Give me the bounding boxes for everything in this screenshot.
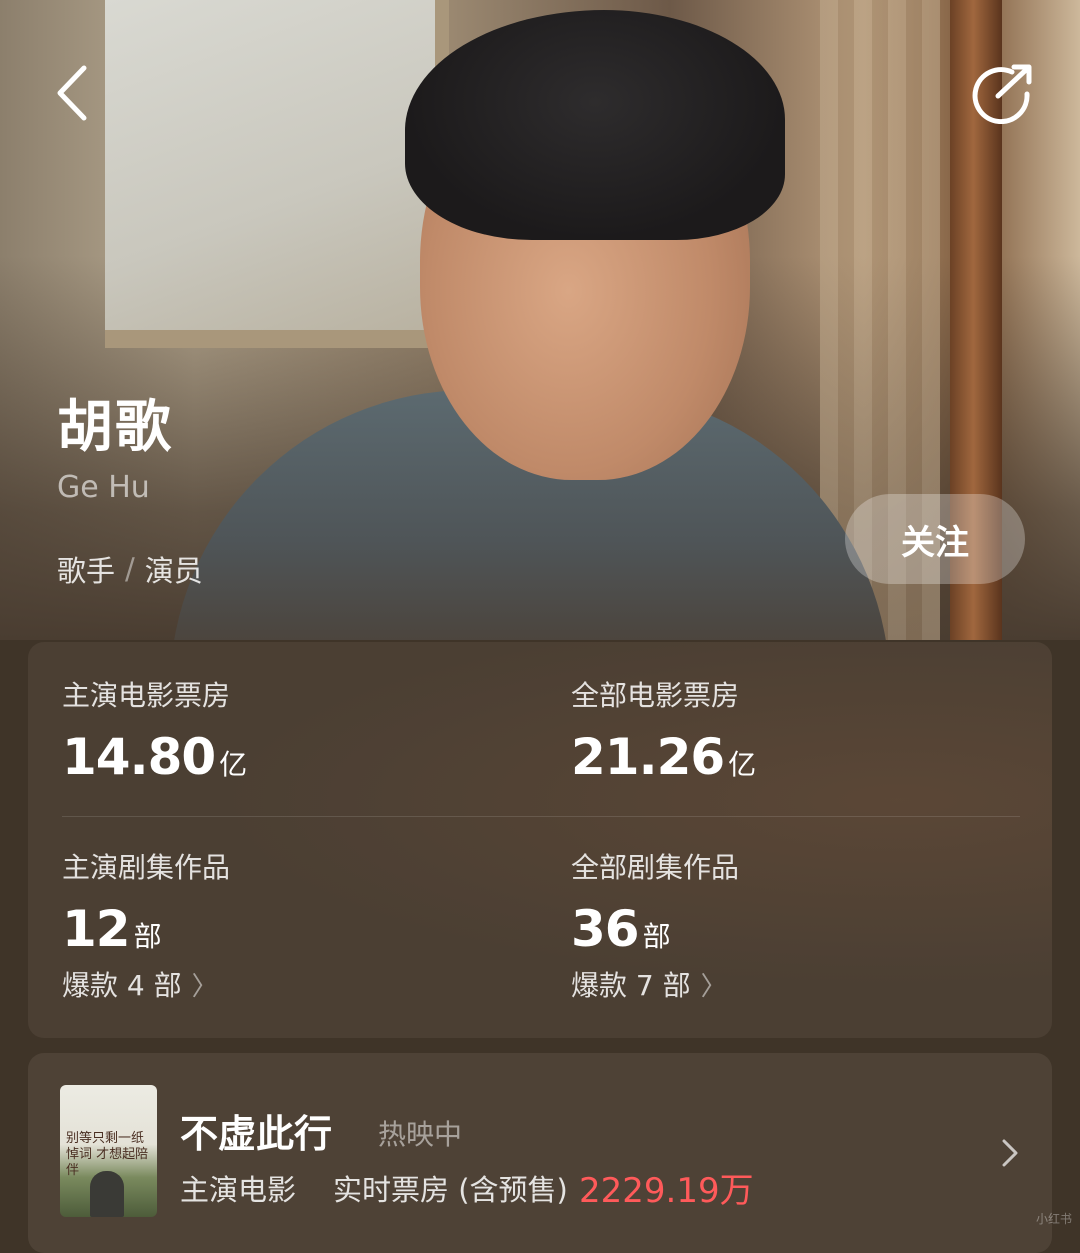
movie-status: 热映中 (378, 1118, 463, 1151)
stats-divider (62, 816, 1020, 817)
stats-card: 主演电影票房 14.80 亿 全部电影票房 21.26 亿 主演剧集作品 12 … (28, 642, 1052, 1038)
chevron-right-icon (1000, 1137, 1020, 1177)
stat-label: 主演剧集作品 (62, 851, 231, 884)
artist-name: 胡歌 (57, 395, 173, 460)
hits-label: 爆款 7 部 (571, 969, 691, 1002)
box-office-value: 2229.19万 (579, 1171, 754, 1211)
follow-button[interactable]: 关注 (845, 494, 1025, 584)
watermark: 小红书 (1036, 1212, 1073, 1226)
chevron-right-icon: 〉 (700, 971, 727, 1002)
stat-label: 全部电影票房 (571, 679, 740, 712)
role-actor: 演员 (144, 554, 203, 588)
stat-unit: 部 (642, 920, 671, 953)
box-office-label: 实时票房 (含预售) (333, 1173, 568, 1207)
all-series-hits-link[interactable]: 爆款 7 部 〉 (571, 964, 1031, 1004)
poster-figure (90, 1171, 124, 1217)
stat-all-series: 全部剧集作品 36 部 爆款 7 部 〉 (571, 846, 1031, 1004)
share-button[interactable] (970, 62, 1036, 125)
stat-unit: 部 (133, 920, 162, 953)
artist-roles: 歌手 / 演员 (57, 548, 203, 590)
stat-value: 36 (571, 900, 640, 958)
artist-name-en: Ge Hu (57, 470, 150, 505)
hits-label: 爆款 4 部 (62, 969, 182, 1002)
movie-card[interactable]: 别等只剩一纸悼词 才想起陪伴 不虚此行 热映中 主演电影 实时票房 (含预售) … (28, 1053, 1052, 1253)
stat-label: 主演电影票房 (62, 679, 231, 712)
portrait-hair (405, 10, 785, 240)
stat-lead-series: 主演剧集作品 12 部 爆款 4 部 〉 (62, 846, 522, 1004)
stat-value: 14.80 (62, 728, 216, 786)
chevron-left-icon (57, 65, 87, 121)
chevron-right-icon: 〉 (191, 971, 218, 1002)
stat-unit: 亿 (728, 748, 757, 781)
back-button[interactable] (52, 62, 102, 124)
movie-poster: 别等只剩一纸悼词 才想起陪伴 (60, 1085, 157, 1217)
stat-unit: 亿 (219, 748, 248, 781)
stat-all-film-box-office: 全部电影票房 21.26 亿 (571, 674, 1031, 786)
background-window (105, 0, 449, 348)
movie-title: 不虚此行 (180, 1112, 333, 1156)
lead-series-hits-link[interactable]: 爆款 4 部 〉 (62, 964, 522, 1004)
share-icon (972, 64, 1032, 125)
stat-value: 12 (62, 900, 131, 958)
stat-value: 21.26 (571, 728, 725, 786)
stat-label: 全部剧集作品 (571, 851, 740, 884)
stat-lead-film-box-office: 主演电影票房 14.80 亿 (62, 674, 522, 786)
role-singer: 歌手 (57, 554, 116, 588)
role-separator: / (125, 552, 135, 586)
movie-role: 主演电影 (180, 1173, 297, 1207)
